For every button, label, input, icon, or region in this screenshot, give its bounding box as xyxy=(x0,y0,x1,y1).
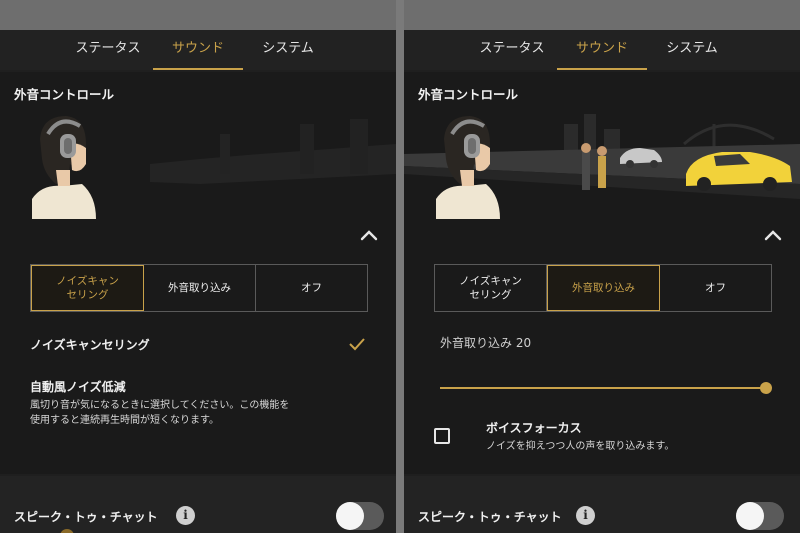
nc-row-label[interactable]: ノイズキャンセリング xyxy=(30,336,150,353)
voice-focus-description: ノイズを抑えつつ人の声を取り込みます。 xyxy=(486,441,675,452)
tab-bar: ステータス サウンド システム xyxy=(0,30,396,70)
section-title: 外音コントロール xyxy=(418,87,519,102)
tab-bar: ステータス サウンド システム xyxy=(404,30,800,70)
screen: ステータス サウンド システム 外音コントロール ノイズキャン セリング 外音取… xyxy=(0,0,800,533)
segment-off[interactable]: オフ xyxy=(660,265,771,311)
street-scene-illustration xyxy=(404,114,800,219)
tab-sound[interactable]: サウンド xyxy=(153,30,243,70)
chevron-up-icon[interactable] xyxy=(762,224,784,246)
toggle-knob xyxy=(336,502,364,530)
toggle-knob xyxy=(736,502,764,530)
info-icon[interactable]: i xyxy=(576,506,595,525)
speak-to-chat-label: スピーク・トゥ・チャット xyxy=(14,510,158,524)
ambient-level-slider-handle[interactable] xyxy=(760,382,772,394)
ambient-control-card: 外音コントロール ノイズキャン セリング 外音取り込み オフ 外音取り込み 20… xyxy=(404,72,800,474)
ambient-level-label: 外音取り込み 20 xyxy=(440,336,532,350)
segment-noise-cancelling[interactable]: ノイズキャン セリング xyxy=(435,265,547,311)
speak-to-chat-row: スピーク・トゥ・チャット i xyxy=(0,476,396,533)
segment-ambient-sound[interactable]: 外音取り込み xyxy=(547,265,660,311)
tab-status[interactable]: ステータス xyxy=(63,30,153,70)
ambient-mode-selector: ノイズキャン セリング 外音取り込み オフ xyxy=(30,264,368,312)
headphone-user-illustration xyxy=(32,116,396,219)
tab-system[interactable]: システム xyxy=(243,30,333,70)
chevron-up-icon[interactable] xyxy=(358,224,380,246)
wind-noise-title[interactable]: 自動風ノイズ低減 xyxy=(30,378,126,395)
speak-to-chat-toggle[interactable] xyxy=(336,502,384,530)
status-strip xyxy=(404,0,800,30)
tab-system[interactable]: システム xyxy=(647,30,737,70)
tab-status[interactable]: ステータス xyxy=(467,30,557,70)
voice-focus-checkbox[interactable] xyxy=(434,428,450,444)
segment-off[interactable]: オフ xyxy=(256,265,367,311)
speak-to-chat-row: スピーク・トゥ・チャット i xyxy=(404,476,800,533)
ambient-control-card: 外音コントロール ノイズキャン セリング 外音取り込み オフ ノイズキャンセリン… xyxy=(0,72,396,474)
ambient-mode-selector: ノイズキャン セリング 外音取り込み オフ xyxy=(434,264,772,312)
voice-focus-title[interactable]: ボイスフォーカス xyxy=(486,419,582,436)
info-icon[interactable]: i xyxy=(176,506,195,525)
speak-to-chat-label: スピーク・トゥ・チャット xyxy=(418,510,562,524)
checkmark-icon xyxy=(349,338,365,351)
wind-noise-description: 風切り音が気になるときに選択してください。この機能を 使用すると連続再生時間が短… xyxy=(30,400,290,426)
speak-to-chat-toggle[interactable] xyxy=(736,502,784,530)
section-title: 外音コントロール xyxy=(14,87,115,102)
right-panel: ステータス サウンド システム 外音コントロール ノイズキャン セリング 外音取… xyxy=(404,0,800,533)
nav-hint-icon xyxy=(60,529,74,533)
segment-ambient-sound[interactable]: 外音取り込み xyxy=(144,265,256,311)
left-panel: ステータス サウンド システム 外音コントロール ノイズキャン セリング 外音取… xyxy=(0,0,396,533)
status-strip xyxy=(0,0,396,30)
tab-sound[interactable]: サウンド xyxy=(557,30,647,70)
segment-noise-cancelling[interactable]: ノイズキャン セリング xyxy=(31,265,144,311)
ambient-level-slider-track[interactable] xyxy=(440,387,766,389)
